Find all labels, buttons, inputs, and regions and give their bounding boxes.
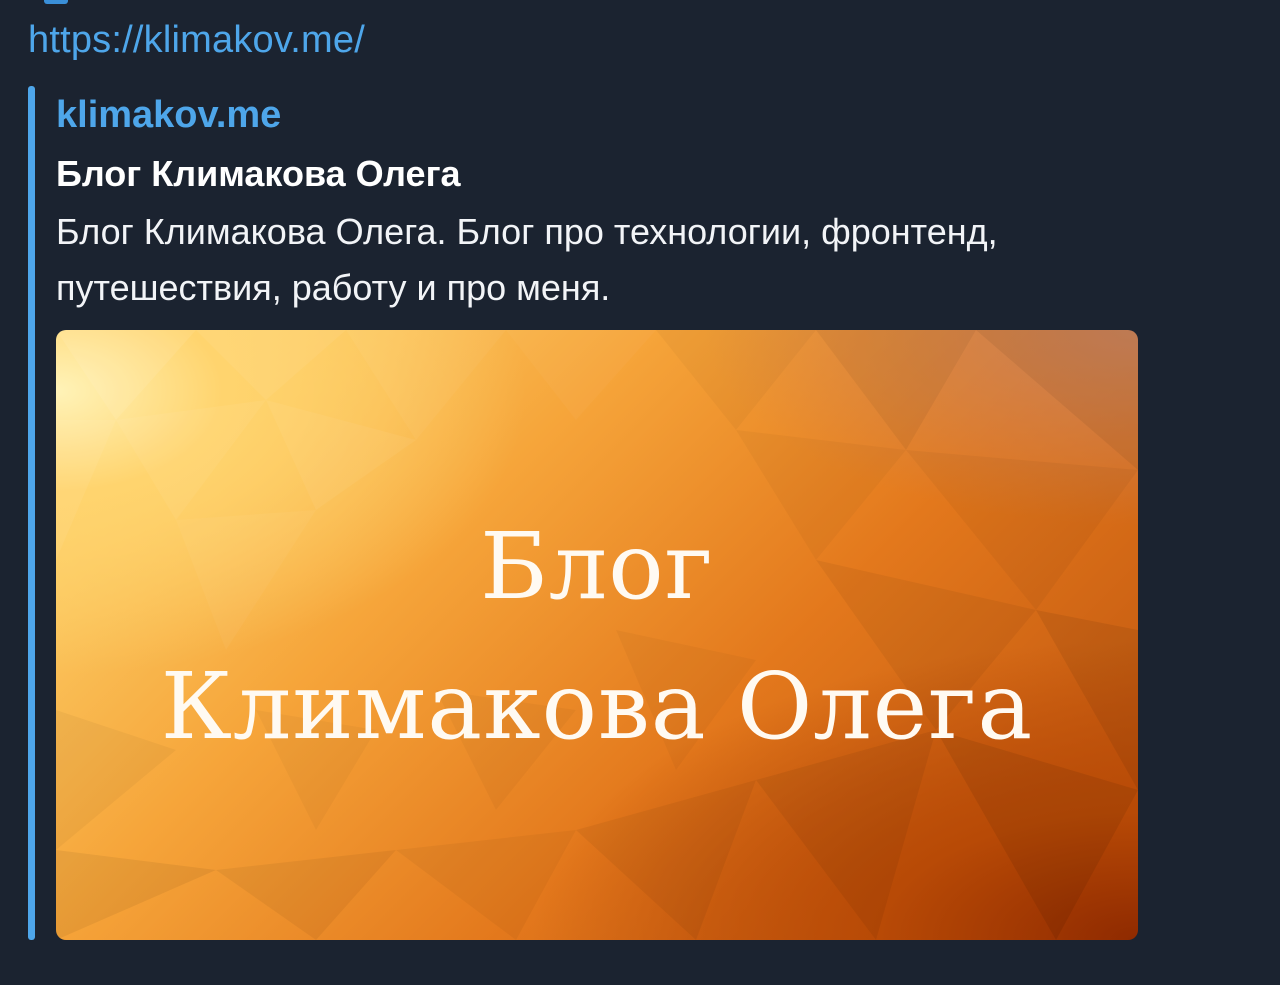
preview-image-title-line1: Блог — [480, 513, 714, 620]
preview-description: Блог Климакова Олега. Блог про технологи… — [56, 211, 998, 308]
link-preview[interactable]: klimakov.me Блог Климакова Олега Блог Кл… — [28, 86, 1148, 940]
chat-message-area: https://klimakov.me/ klimakov.me Блог Кл… — [0, 0, 1280, 985]
preview-image-title-line2: Климакова Олега — [160, 653, 1034, 760]
preview-image[interactable]: Блог Климакова Олега — [56, 330, 1138, 940]
preview-site-name[interactable]: klimakov.me — [56, 90, 281, 140]
message-link[interactable]: https://klimakov.me/ — [28, 14, 365, 66]
preview-accent-bar — [28, 86, 35, 940]
preview-title: Блог Климакова Олега — [56, 153, 461, 194]
low-poly-texture — [56, 330, 1138, 940]
previous-message-edge — [44, 0, 68, 4]
